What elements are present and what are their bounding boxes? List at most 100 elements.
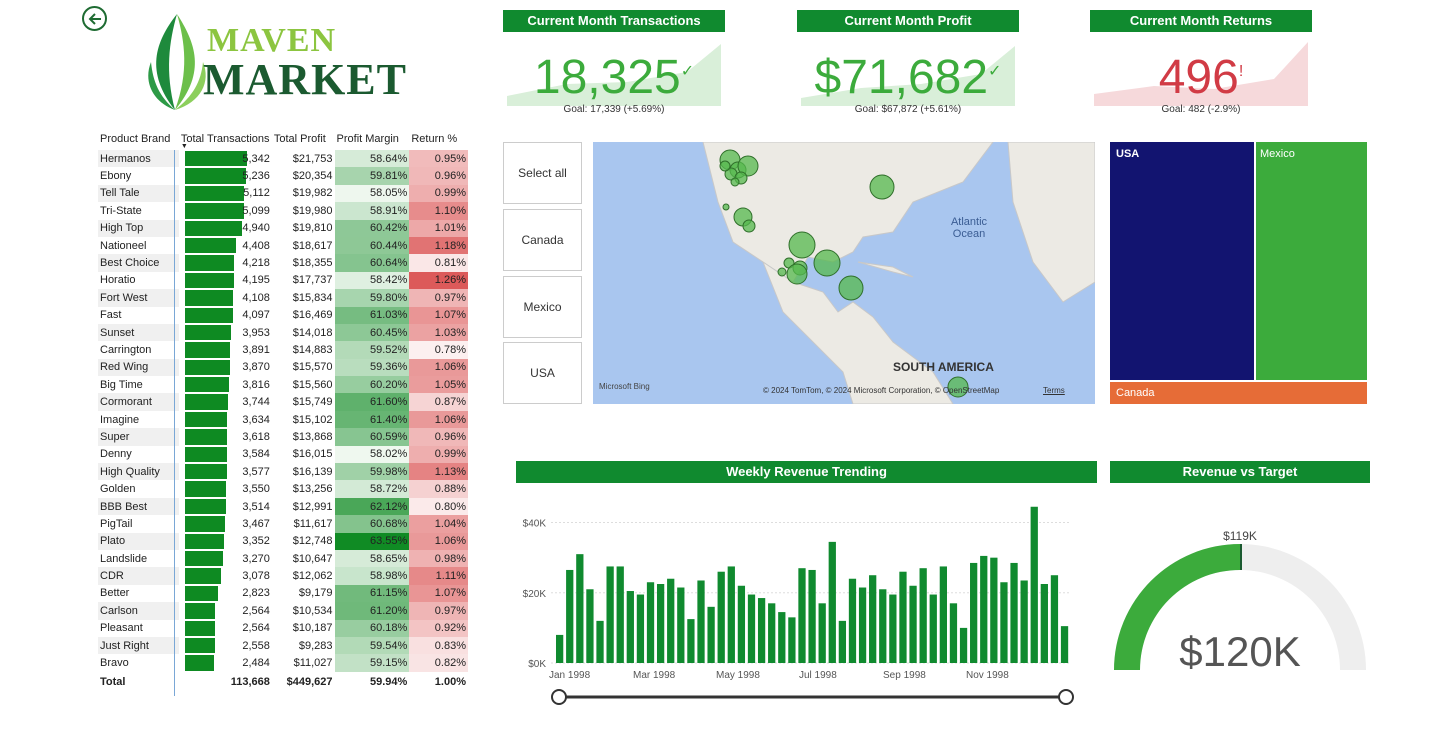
revenue-bar[interactable] <box>869 575 877 663</box>
map-terms-link[interactable]: Terms <box>1043 386 1065 395</box>
table-row[interactable]: Golden 3,550 $13,256 58.72% 0.88% <box>98 480 468 498</box>
revenue-bar[interactable] <box>747 594 756 663</box>
table-row[interactable]: PigTail 3,467 $11,617 60.68% 1.04% <box>98 515 468 533</box>
revenue-bar[interactable] <box>788 617 796 663</box>
revenue-bar[interactable] <box>737 585 746 663</box>
revenue-bar[interactable] <box>818 603 826 663</box>
treemap-mexico[interactable]: Mexico <box>1256 142 1367 380</box>
table-row[interactable]: Fort West 4,108 $15,834 59.80% 0.97% <box>98 289 468 307</box>
revenue-bar[interactable] <box>687 619 695 663</box>
country-treemap[interactable]: USA Mexico Canada <box>1110 142 1367 404</box>
revenue-bar[interactable] <box>717 571 725 663</box>
table-row[interactable]: Tri-State 5,099 $19,980 58.91% 1.10% <box>98 202 468 220</box>
table-row[interactable]: CDR 3,078 $12,062 58.98% 1.11% <box>98 567 468 585</box>
weekly-revenue-chart[interactable]: $0K $20K $40K Jan 1998 Mar 1998 May 1998 Jul 1… <box>516 500 1076 715</box>
table-row[interactable]: Denny 3,584 $16,015 58.02% 0.99% <box>98 445 468 464</box>
revenue-bar[interactable] <box>899 571 907 663</box>
revenue-bar[interactable] <box>858 587 867 663</box>
table-row[interactable]: High Top 4,940 $19,810 60.42% 1.01% <box>98 219 468 237</box>
revenue-bar[interactable] <box>959 627 968 663</box>
table-row[interactable]: Nationeel 4,408 $18,617 60.44% 1.18% <box>98 236 468 255</box>
revenue-bar[interactable] <box>1020 580 1028 663</box>
revenue-bar[interactable] <box>1060 626 1069 663</box>
revenue-bar[interactable] <box>970 562 978 663</box>
slider-handle[interactable] <box>551 689 567 705</box>
revenue-bar[interactable] <box>556 634 564 663</box>
treemap-usa[interactable]: USA <box>1110 142 1254 380</box>
revenue-bar[interactable] <box>757 598 766 663</box>
revenue-bar[interactable] <box>576 554 584 663</box>
table-row[interactable]: Horatio 4,195 $17,737 58.42% 1.26% <box>98 271 468 290</box>
revenue-bar[interactable] <box>879 589 887 663</box>
table-row[interactable]: Sunset 3,953 $14,018 60.45% 1.03% <box>98 323 468 342</box>
table-row[interactable]: High Quality 3,577 $16,139 59.98% 1.13% <box>98 463 468 481</box>
col-header-profit[interactable]: Total Profit <box>272 128 335 150</box>
revenue-bar[interactable] <box>889 594 897 663</box>
slicer-select-all[interactable]: Select all <box>503 142 582 204</box>
revenue-bar[interactable] <box>1040 584 1048 663</box>
table-row[interactable]: Hermanos 5,342 $21,753 58.64% 0.95% <box>98 150 468 168</box>
col-header-margin[interactable]: Profit Margin <box>335 128 410 150</box>
table-row[interactable]: Landslide 3,270 $10,647 58.65% 0.98% <box>98 549 468 568</box>
revenue-bar[interactable] <box>778 612 786 663</box>
table-row[interactable]: BBB Best 3,514 $12,991 62.12% 0.80% <box>98 497 468 516</box>
revenue-bar[interactable] <box>677 587 685 663</box>
table-row[interactable]: Red Wing 3,870 $15,570 59.36% 1.06% <box>98 358 468 377</box>
revenue-bar[interactable] <box>616 566 624 663</box>
revenue-bar[interactable] <box>909 585 917 663</box>
revenue-bar[interactable] <box>1030 506 1038 663</box>
slicer-usa[interactable]: USA <box>503 342 582 404</box>
revenue-bar[interactable] <box>848 578 857 663</box>
revenue-bar[interactable] <box>707 606 715 663</box>
table-row[interactable]: Carrington 3,891 $14,883 59.52% 0.78% <box>98 341 468 359</box>
revenue-bar[interactable] <box>697 580 705 663</box>
table-row[interactable]: Tell Tale 5,112 $19,982 58.05% 0.99% <box>98 184 468 203</box>
revenue-bar[interactable] <box>596 620 604 663</box>
revenue-bar[interactable] <box>939 566 947 663</box>
table-row[interactable]: Carlson 2,564 $10,534 61.20% 0.97% <box>98 602 468 620</box>
slicer-mexico[interactable]: Mexico <box>503 276 582 338</box>
revenue-bar[interactable] <box>990 557 998 663</box>
revenue-bar[interactable] <box>586 589 594 663</box>
revenue-bar[interactable] <box>606 566 614 663</box>
back-button[interactable] <box>82 6 107 31</box>
table-row[interactable]: Plato 3,352 $12,748 63.55% 1.06% <box>98 532 468 550</box>
revenue-bar[interactable] <box>636 594 645 663</box>
revenue-bar[interactable] <box>768 603 776 663</box>
revenue-bar[interactable] <box>808 569 816 663</box>
revenue-bar[interactable] <box>980 555 988 663</box>
revenue-bar[interactable] <box>656 584 665 663</box>
revenue-bar[interactable] <box>838 620 847 663</box>
revenue-bar[interactable] <box>919 568 927 663</box>
col-header-return[interactable]: Return % <box>409 128 468 150</box>
revenue-bar[interactable] <box>1050 575 1059 663</box>
table-row[interactable]: Ebony 5,236 $20,354 59.81% 0.96% <box>98 167 468 185</box>
revenue-bar[interactable] <box>828 541 836 663</box>
revenue-bar[interactable] <box>1010 562 1018 663</box>
revenue-bar[interactable] <box>646 582 655 663</box>
table-row[interactable]: Just Right 2,558 $9,283 59.54% 0.83% <box>98 636 468 655</box>
col-header-brand[interactable]: Product Brand <box>98 128 179 150</box>
treemap-canada[interactable]: Canada <box>1110 382 1367 404</box>
table-row[interactable]: Best Choice 4,218 $18,355 60.64% 0.81% <box>98 254 468 272</box>
store-markers[interactable] <box>593 142 1095 404</box>
revenue-bar[interactable] <box>949 603 958 663</box>
revenue-bar[interactable] <box>667 578 675 663</box>
table-row[interactable]: Bravo 2,484 $11,027 59.15% 0.82% <box>98 654 468 672</box>
revenue-bar[interactable] <box>566 569 574 663</box>
table-row[interactable]: Big Time 3,816 $15,560 60.20% 1.05% <box>98 376 468 394</box>
col-header-transactions[interactable]: Total Transactions ▼ <box>179 128 272 150</box>
table-row[interactable]: Pleasant 2,564 $10,187 60.18% 0.92% <box>98 619 468 637</box>
brand-matrix[interactable]: Product Brand Total Transactions ▼ Total … <box>98 128 468 692</box>
table-row[interactable]: Super 3,618 $13,868 60.59% 0.96% <box>98 428 468 446</box>
revenue-bar[interactable] <box>626 591 634 663</box>
table-row[interactable]: Better 2,823 $9,179 61.15% 1.07% <box>98 584 468 603</box>
slider-handle[interactable] <box>1058 689 1074 705</box>
store-map[interactable]: Atlantic Ocean SOUTH AMERICA Microsoft B… <box>593 142 1095 404</box>
revenue-bar[interactable] <box>798 568 806 663</box>
revenue-bar[interactable] <box>727 566 735 663</box>
slicer-canada[interactable]: Canada <box>503 209 582 271</box>
table-row[interactable]: Cormorant 3,744 $15,749 61.60% 0.87% <box>98 393 468 411</box>
revenue-bar[interactable] <box>1000 582 1008 663</box>
table-row[interactable]: Fast 4,097 $16,469 61.03% 1.07% <box>98 306 468 324</box>
